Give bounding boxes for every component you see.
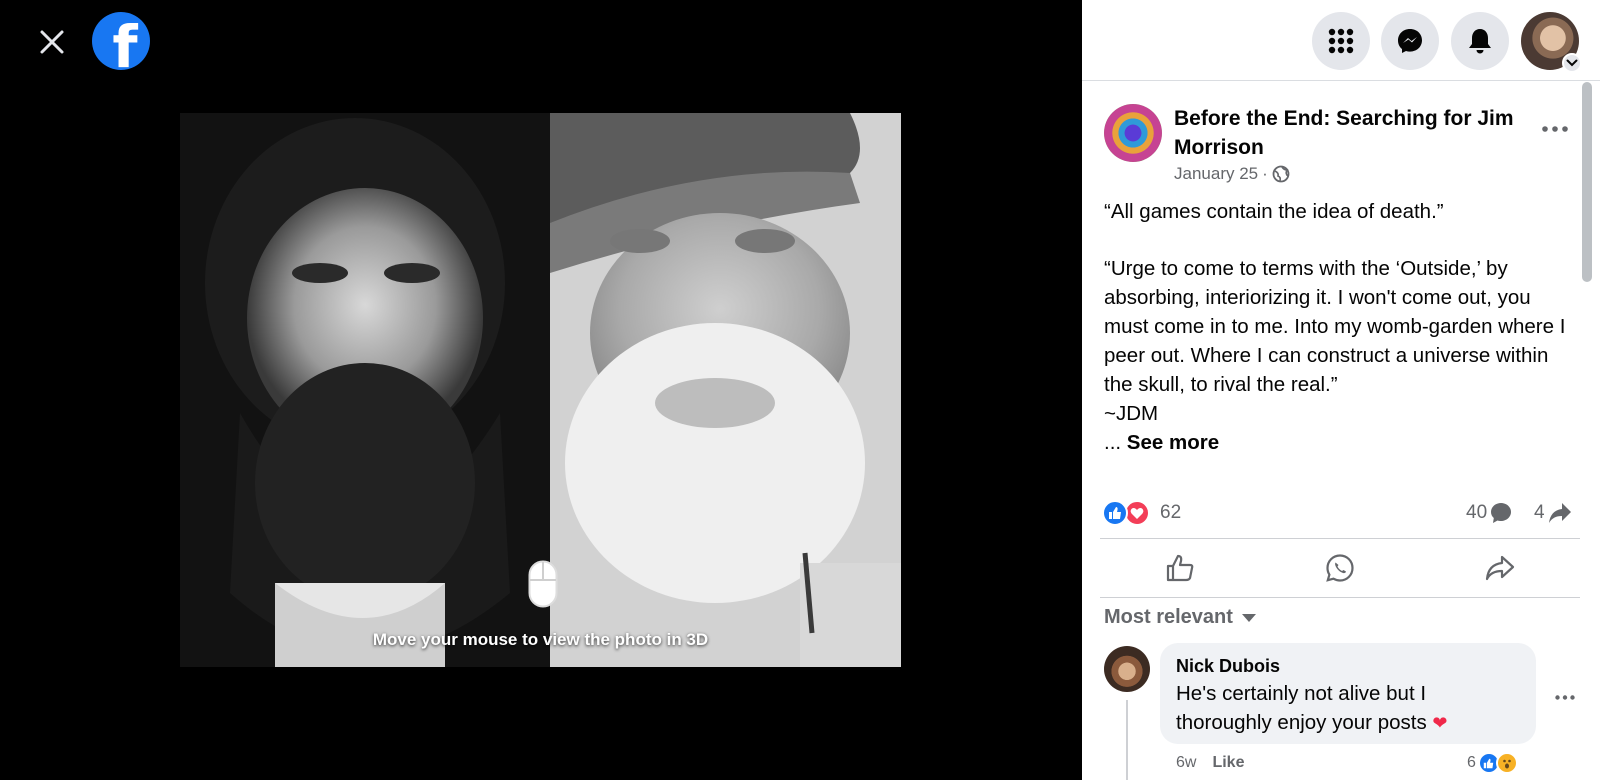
top-bar bbox=[1082, 0, 1600, 81]
like-reaction-icon bbox=[1102, 500, 1128, 526]
close-icon bbox=[40, 30, 64, 54]
post-text-signature: ~JDM bbox=[1104, 402, 1159, 425]
photo-right-portrait bbox=[550, 113, 901, 667]
see-more-link[interactable]: See more bbox=[1127, 431, 1219, 454]
comment-author[interactable]: Nick Dubois bbox=[1176, 655, 1520, 677]
meta-separator: · bbox=[1262, 164, 1268, 183]
post-actions bbox=[1100, 538, 1580, 598]
share-button[interactable] bbox=[1420, 539, 1580, 597]
comment-thread-line bbox=[1126, 700, 1128, 780]
photo-viewer: f Move your mouse to view the photo in 3… bbox=[0, 0, 1082, 780]
share-count-number: 4 bbox=[1534, 502, 1545, 523]
comment-bubble-icon bbox=[1491, 503, 1512, 523]
comment-time[interactable]: 6w bbox=[1176, 754, 1196, 772]
photo-3d-hint: Move your mouse to view the photo in 3D bbox=[372, 630, 709, 649]
post-text-paragraph: “Urge to come to terms with the ‘Outside… bbox=[1104, 257, 1566, 396]
share-count[interactable]: 4 bbox=[1534, 502, 1572, 524]
page-name[interactable]: Before the End: Searching for Jim Morris… bbox=[1174, 104, 1534, 162]
wow-reaction-icon bbox=[1495, 752, 1518, 774]
comment-footer: 6w Like bbox=[1176, 754, 1244, 772]
panel-scrollbar[interactable] bbox=[1582, 82, 1592, 282]
notifications-button[interactable] bbox=[1451, 12, 1509, 70]
like-thumb-icon bbox=[1166, 554, 1194, 582]
comment-options-button[interactable] bbox=[1550, 682, 1580, 712]
facebook-logo-glyph: f bbox=[112, 13, 138, 70]
ellipsis: ... bbox=[1104, 431, 1127, 454]
menu-button[interactable] bbox=[1312, 12, 1370, 70]
photo-left-portrait bbox=[180, 113, 552, 667]
menu-grid-icon bbox=[1328, 28, 1354, 54]
facebook-logo[interactable]: f bbox=[92, 12, 150, 70]
whatsapp-icon bbox=[1326, 554, 1354, 582]
comment-reactions[interactable]: 6 bbox=[1467, 752, 1518, 774]
post-photo[interactable]: Move your mouse to view the photo in 3D bbox=[180, 113, 901, 667]
post-text: “All games contain the idea of death.” “… bbox=[1104, 197, 1574, 457]
page-avatar[interactable] bbox=[1104, 104, 1162, 162]
commenter-avatar[interactable] bbox=[1104, 646, 1150, 692]
comment-count-number: 40 bbox=[1466, 502, 1488, 523]
post-options-button[interactable] bbox=[1537, 115, 1573, 143]
whatsapp-share-button[interactable] bbox=[1260, 539, 1420, 597]
more-horizontal-icon bbox=[1542, 126, 1568, 132]
share-icon bbox=[1548, 503, 1571, 523]
like-button[interactable] bbox=[1100, 539, 1260, 597]
account-menu[interactable] bbox=[1521, 12, 1582, 73]
comment-body: He's certainly not alive but I thoroughl… bbox=[1176, 682, 1427, 734]
globe-icon bbox=[1272, 165, 1290, 183]
reactions-summary: 62 40 4 bbox=[1102, 500, 1580, 528]
reaction-count[interactable]: 62 bbox=[1160, 502, 1181, 524]
messenger-icon bbox=[1398, 29, 1422, 53]
post-panel: Before the End: Searching for Jim Morris… bbox=[1082, 0, 1600, 780]
share-arrow-icon bbox=[1485, 555, 1515, 581]
post-text-line: “All games contain the idea of death.” bbox=[1104, 200, 1444, 223]
comment-bubble: Nick Dubois He's certainly not alive but… bbox=[1160, 643, 1536, 744]
comment-like-link[interactable]: Like bbox=[1212, 754, 1244, 772]
heart-emoji-icon: ❤ bbox=[1432, 713, 1448, 734]
comment-sort-label: Most relevant bbox=[1104, 606, 1233, 628]
more-horizontal-icon bbox=[1555, 694, 1575, 700]
comment-text: He's certainly not alive but I thoroughl… bbox=[1176, 679, 1520, 738]
post-meta: January 25 · bbox=[1174, 164, 1290, 184]
account-caret[interactable] bbox=[1562, 53, 1582, 73]
caret-down-icon bbox=[1241, 613, 1256, 622]
reaction-icons[interactable] bbox=[1102, 500, 1150, 526]
comment-reaction-count: 6 bbox=[1467, 754, 1476, 771]
close-button[interactable] bbox=[32, 22, 72, 62]
comment-sort-dropdown[interactable]: Most relevant bbox=[1104, 606, 1257, 629]
chevron-down-icon bbox=[1566, 59, 1578, 67]
mouse-icon bbox=[528, 560, 558, 608]
post-date[interactable]: January 25 bbox=[1174, 164, 1258, 184]
messenger-button[interactable] bbox=[1381, 12, 1439, 70]
notifications-bell-icon bbox=[1469, 29, 1491, 54]
comment-count[interactable]: 40 bbox=[1466, 502, 1512, 524]
